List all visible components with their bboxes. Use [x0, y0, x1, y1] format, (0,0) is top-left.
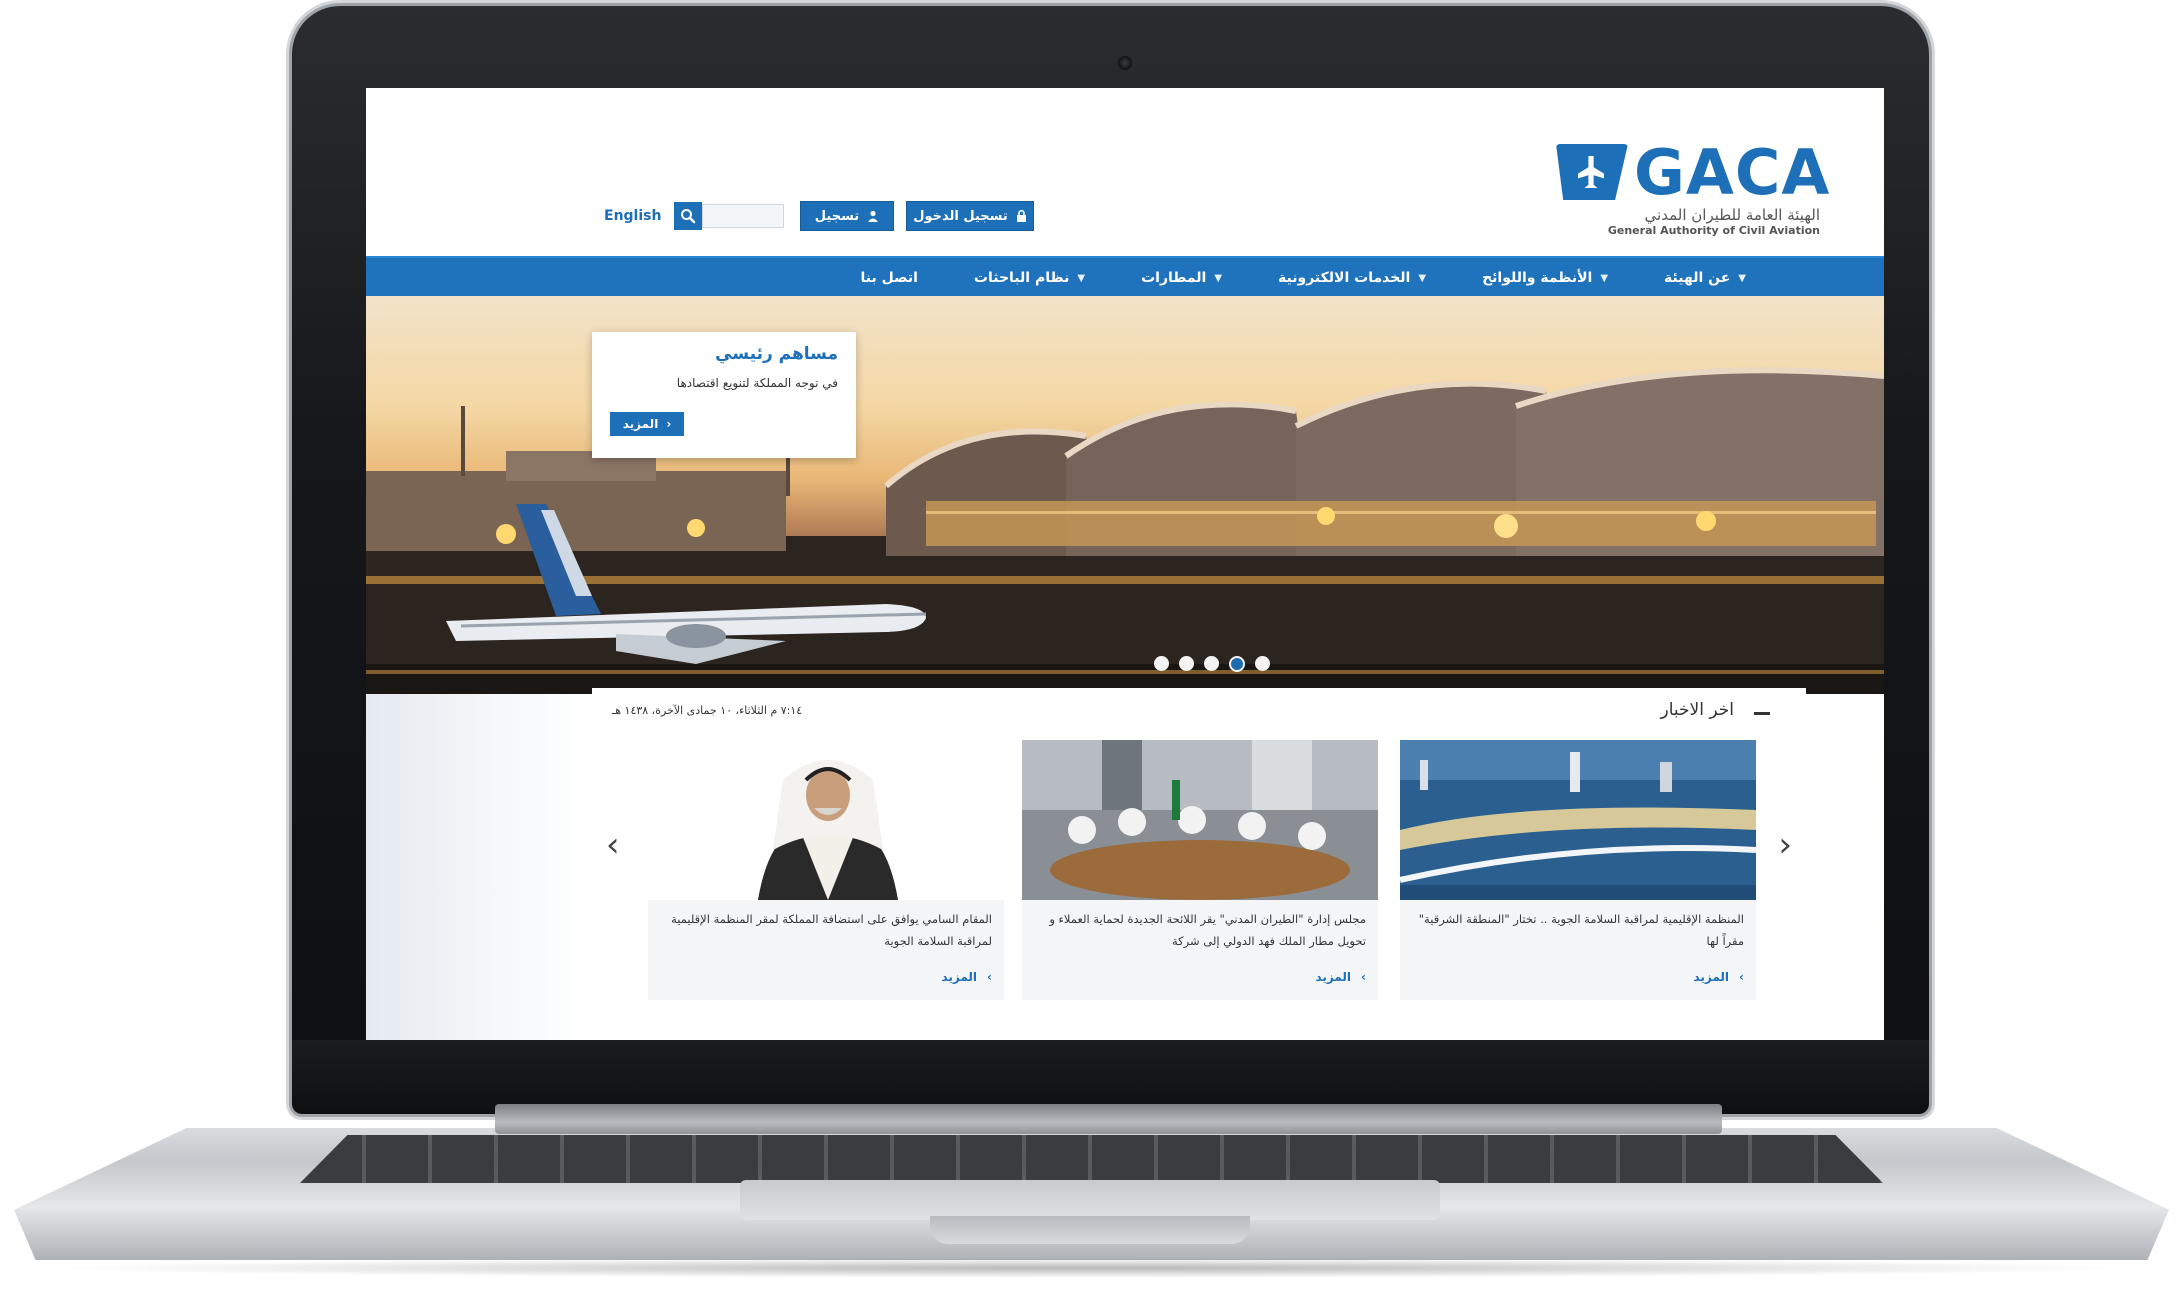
login-label: تسجيل الدخول — [913, 208, 1008, 224]
chevron-left-icon: ‹ — [1361, 970, 1366, 984]
nav-item-label: الخدمات الالكترونية — [1278, 270, 1411, 286]
search-box — [674, 202, 784, 230]
news-more-link[interactable]: المزيد ‹ — [1693, 970, 1744, 984]
slider-dot[interactable] — [1255, 656, 1270, 671]
slider-dot[interactable] — [1179, 656, 1194, 671]
chevron-left-icon: ‹ — [987, 970, 992, 984]
nav-item-label: المطارات — [1141, 270, 1207, 286]
site-header: GACA الهيئة العامة للطيران المدني Genera… — [366, 88, 1884, 256]
chevron-down-icon: ▼ — [1418, 272, 1427, 284]
main-navigation: عن الهيئة ▼ الأنظمة واللوائح ▼ الخدمات ا… — [366, 256, 1884, 298]
news-card[interactable]: المقام السامي يوافق على استضافة المملكة … — [648, 740, 1004, 1000]
chevron-down-icon: ▼ — [1600, 272, 1609, 284]
nav-item-eservices[interactable]: الخدمات الالكترونية ▼ — [1250, 270, 1454, 286]
slider-dot[interactable] — [1204, 656, 1219, 671]
news-more-label: المزيد — [941, 970, 978, 984]
laptop-notch — [930, 1216, 1250, 1244]
logo-english-name: General Authority of Civil Aviation — [1607, 224, 1820, 237]
laptop-shadow — [40, 1258, 2140, 1278]
logo-arabic-name: الهيئة العامة للطيران المدني — [1644, 206, 1820, 224]
gaca-logo[interactable]: GACA الهيئة العامة للطيران المدني Genera… — [1556, 136, 1829, 240]
laptop-trackpad — [740, 1180, 1440, 1220]
news-more-label: المزيد — [1315, 970, 1352, 984]
top-tools: English تسجيل تسجيل الدخول — [604, 201, 1034, 231]
news-title: اخر الاخبار — [1660, 700, 1734, 720]
lock-icon — [1016, 210, 1026, 222]
news-card[interactable]: مجلس إدارة "الطيران المدني" يقر اللائحة … — [1022, 740, 1378, 1000]
news-image — [648, 740, 1004, 900]
news-image — [1400, 740, 1756, 900]
chevron-down-icon: ▼ — [1077, 272, 1086, 284]
slider-dot-active[interactable] — [1229, 656, 1245, 672]
promo-more-label: المزيد — [622, 417, 659, 431]
nav-item-label: عن الهيئة — [1664, 270, 1731, 286]
chevron-left-icon[interactable]: ‹ — [606, 828, 620, 862]
news-more-label: المزيد — [1693, 970, 1730, 984]
website-screen: GACA الهيئة العامة للطيران المدني Genera… — [366, 88, 1884, 1040]
login-button[interactable]: تسجيل الدخول — [906, 201, 1034, 231]
gaca-logo-icon — [1556, 144, 1628, 200]
news-more-link[interactable]: المزيد ‹ — [941, 970, 992, 984]
promo-card: مساهم رئيسي في توجه المملكة لتنويع اقتصا… — [592, 332, 856, 458]
search-button[interactable] — [674, 202, 702, 230]
logo-text: GACA — [1634, 136, 1831, 209]
nav-item-regulations[interactable]: الأنظمة واللوائح ▼ — [1454, 270, 1636, 286]
search-input[interactable] — [702, 204, 784, 228]
nav-item-researchers[interactable]: نظام الباحثات ▼ — [946, 270, 1113, 286]
promo-title: مساهم رئيسي — [715, 344, 838, 364]
chevron-right-icon: › — [666, 417, 672, 431]
laptop-bezel — [292, 1040, 1929, 1110]
collapse-icon[interactable] — [1754, 712, 1770, 715]
register-button[interactable]: تسجيل — [800, 201, 894, 231]
news-card-text: مجلس إدارة "الطيران المدني" يقر اللائحة … — [1049, 912, 1366, 948]
chevron-right-icon[interactable]: › — [1778, 828, 1792, 862]
nav-item-label: نظام الباحثات — [973, 270, 1070, 286]
chevron-left-icon: ‹ — [1739, 970, 1744, 984]
nav-item-contact[interactable]: اتصل بنا — [832, 270, 945, 286]
slider-dot[interactable] — [1154, 656, 1169, 671]
search-icon — [681, 209, 696, 224]
news-more-link[interactable]: المزيد ‹ — [1315, 970, 1366, 984]
nav-items: عن الهيئة ▼ الأنظمة واللوائح ▼ الخدمات ا… — [832, 258, 1774, 298]
news-card[interactable]: المنظمة الإقليمية لمراقبة السلامة الجوية… — [1400, 740, 1756, 1000]
news-section: اخر الاخبار ٧:١٤ م الثلاثاء، ١٠ جمادى ال… — [592, 688, 1806, 1040]
slider-dots — [1154, 656, 1270, 672]
nav-item-airports[interactable]: المطارات ▼ — [1113, 270, 1250, 286]
news-date: ٧:١٤ م الثلاثاء، ١٠ جمادى الآخرة، ١٤٣٨ ه… — [612, 704, 803, 717]
promo-text: في توجه المملكة لتنويع اقتصادها — [676, 376, 838, 390]
chevron-down-icon: ▼ — [1738, 272, 1746, 284]
nav-item-label: الأنظمة واللوائح — [1482, 270, 1593, 286]
laptop-keyboard — [300, 1135, 1883, 1183]
register-label: تسجيل — [814, 208, 860, 224]
chevron-down-icon: ▼ — [1214, 272, 1223, 284]
camera-icon — [1118, 56, 1132, 70]
nav-item-about[interactable]: عن الهيئة ▼ — [1636, 270, 1774, 286]
news-image — [1022, 740, 1378, 900]
user-icon — [868, 210, 879, 222]
language-link[interactable]: English — [604, 208, 674, 224]
news-card-text: المقام السامي يوافق على استضافة المملكة … — [671, 912, 992, 948]
nav-item-label: اتصل بنا — [860, 270, 918, 286]
promo-more-button[interactable]: المزيد › — [610, 412, 684, 436]
news-card-text: المنظمة الإقليمية لمراقبة السلامة الجوية… — [1418, 912, 1744, 948]
laptop-hinge — [495, 1104, 1722, 1134]
news-side-background — [366, 694, 592, 1040]
hero-slider: مساهم رئيسي في توجه المملكة لتنويع اقتصا… — [366, 296, 1884, 694]
